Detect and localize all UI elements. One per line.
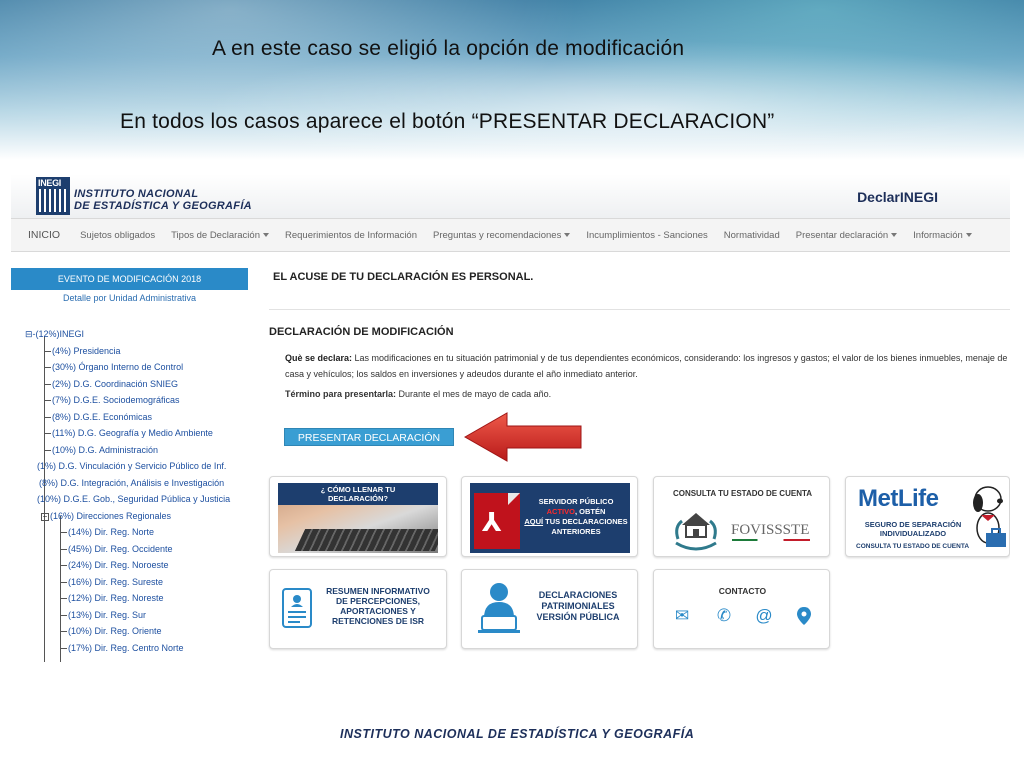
- phone-icon[interactable]: ✆: [712, 604, 736, 628]
- tree-node[interactable]: (2%) D.G. Coordinación SNIEG: [45, 378, 178, 390]
- mail-icon[interactable]: ✉: [670, 604, 694, 628]
- tree-node[interactable]: (24%) Dir. Reg. Noroeste: [61, 559, 169, 571]
- caret-down-icon: [965, 232, 972, 237]
- card-version-publica[interactable]: DECLARACIONES PATRIMONIALES VERSIÓN PÚBLIC…: [461, 569, 638, 649]
- fovissste-brand: FOVISSSTE: [731, 522, 810, 538]
- nav-presentar[interactable]: Presentar declaración: [788, 230, 905, 241]
- card-resumen-informativo[interactable]: RESUMEN INFORMATIVO DE PERCEPCIONES, APORT…: [269, 569, 447, 649]
- tree-node[interactable]: (7%) D.G.E. Sociodemográficas: [45, 394, 180, 406]
- pdf-icon: ⅄: [474, 493, 520, 549]
- declaration-description: Què se declara: Las modificaciones en tu…: [285, 353, 1008, 379]
- person-laptop-icon: [478, 583, 520, 633]
- tree-node[interactable]: (16%) Dir. Reg. Sureste: [61, 576, 163, 588]
- snoopy-icon: [973, 486, 1006, 547]
- tree-node[interactable]: (10%) D.G. Administración: [45, 444, 158, 456]
- tree-node[interactable]: (11%) D.G. Geografía y Medio Ambiente: [45, 427, 213, 439]
- app-name: DeclarINEGI: [857, 189, 938, 205]
- acuse-notice: EL ACUSE DE TU DECLARACIÓN ES PERSONAL.: [273, 271, 534, 283]
- tree-node[interactable]: (45%) Dir. Reg. Occidente: [61, 543, 173, 555]
- slide-caption-2: En todos los casos aparece el botón “PRE…: [120, 110, 775, 133]
- divider: [269, 309, 1010, 310]
- sidebar-header: EVENTO DE MODIFICACIÓN 2018: [11, 268, 248, 290]
- slide-caption-1: A en este caso se eligió la opción de mo…: [212, 37, 685, 60]
- caret-down-icon: [262, 232, 269, 237]
- card-metlife[interactable]: MetLife SEGURO DE SEPARACIÓN INDIVIDUALIZ…: [845, 476, 1010, 557]
- nav-preguntas[interactable]: Preguntas y recomendaciones: [425, 230, 578, 241]
- tree-node[interactable]: (14%) Dir. Reg. Norte: [61, 526, 154, 538]
- caret-down-icon: [564, 232, 571, 237]
- at-icon[interactable]: @: [752, 604, 776, 628]
- tree-node[interactable]: (8%) D.G. Integración, Análisis e Invest…: [39, 477, 224, 489]
- collapse-icon[interactable]: −: [41, 512, 49, 521]
- tree-node[interactable]: (8%) D.G.E. Económicas: [45, 411, 152, 423]
- document-icon: [282, 588, 312, 628]
- site-header: INEGI INSTITUTO NACIONAL DE ESTADÍSTICA …: [11, 174, 1010, 218]
- metlife-logo: MetLife: [858, 485, 939, 512]
- tree-node[interactable]: (12%) Dir. Reg. Noreste: [61, 592, 164, 604]
- card-como-llenar[interactable]: ¿ CÓMO LLENAR TU DECLARACIÓN?: [269, 476, 447, 557]
- declaration-deadline: Término para presentarla: Durante el mes…: [285, 389, 552, 399]
- main-nav: INICIO Sujetos obligados Tipos de Declar…: [11, 218, 1010, 252]
- nav-normatividad[interactable]: Normatividad: [716, 230, 788, 241]
- declaration-title: DECLARACIÓN DE MODIFICACIÓN: [269, 326, 454, 338]
- location-pin-icon[interactable]: [792, 604, 816, 628]
- nav-requerimientos[interactable]: Requerimientos de Información: [277, 230, 425, 241]
- nav-sujetos[interactable]: Sujetos obligados: [72, 230, 163, 241]
- inegi-logo[interactable]: INEGI: [36, 177, 70, 215]
- slide-banner: [0, 0, 1024, 160]
- tree-node[interactable]: (17%) Dir. Reg. Centro Norte: [61, 642, 184, 654]
- typing-hands-image: ¿ CÓMO LLENAR TU DECLARACIÓN?: [278, 483, 438, 553]
- sidebar-subheader[interactable]: Detalle por Unidad Administrativa: [11, 293, 248, 303]
- tree-node[interactable]: (10%) D.G.E. Gob., Seguridad Pública y J…: [37, 493, 230, 505]
- slide-footer: INSTITUTO NACIONAL DE ESTADÍSTICA Y GEOG…: [340, 727, 695, 741]
- tree-node-inegi[interactable]: ⊟-(12%)INEGI: [25, 328, 84, 340]
- caret-down-icon: [891, 232, 898, 237]
- presentar-declaracion-button[interactable]: PRESENTAR DECLARACIÓN: [284, 428, 454, 446]
- tree-node[interactable]: (1%) D.G. Vinculación y Servicio Público…: [37, 460, 226, 472]
- card-servidor-publico[interactable]: ⅄ SERVIDOR PÚBLICO ACTIVO, OBTÉN AQUÍ TU…: [461, 476, 638, 557]
- tree-node[interactable]: (30%) Órgano Interno de Control: [45, 361, 183, 373]
- nav-tipos[interactable]: Tipos de Declaración: [163, 230, 277, 241]
- tree-node[interactable]: (10%) Dir. Reg. Oriente: [61, 625, 162, 637]
- card-contacto[interactable]: CONTACTO ✉ ✆ @: [653, 569, 830, 649]
- red-arrow-icon: [463, 412, 582, 462]
- tree-node[interactable]: (13%) Dir. Reg. Sur: [61, 609, 146, 621]
- tree-node-regionales[interactable]: − (16%) Direcciones Regionales: [41, 510, 171, 522]
- institute-name: INSTITUTO NACIONAL DE ESTADÍSTICA Y GEOG…: [74, 188, 252, 212]
- tree-node[interactable]: (4%) Presidencia: [45, 345, 121, 357]
- house-hands-icon: [675, 513, 717, 551]
- nav-informacion[interactable]: Información: [905, 230, 980, 241]
- nav-inicio[interactable]: INICIO: [11, 229, 72, 241]
- card-consulta-fovissste[interactable]: CONSULTA TU ESTADO DE CUENTA FOVISSSTE: [653, 476, 830, 557]
- declarinegi-screenshot: INEGI INSTITUTO NACIONAL DE ESTADÍSTICA …: [11, 174, 1010, 662]
- nav-incumplimientos[interactable]: Incumplimientos - Sanciones: [578, 230, 715, 241]
